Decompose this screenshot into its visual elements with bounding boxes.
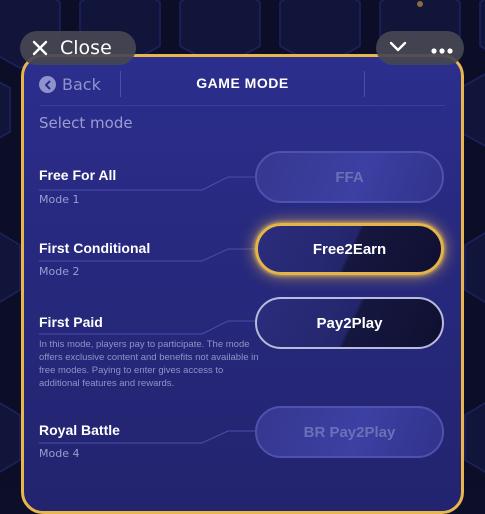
mode-name-royal-battle: Royal Battle xyxy=(39,422,120,438)
mode-subtitle: Mode 2 xyxy=(39,265,80,278)
more-options-icon[interactable] xyxy=(430,39,453,58)
br-pay2play-button[interactable]: BR Pay2Play xyxy=(255,406,444,458)
free2earn-button[interactable]: Free2Earn xyxy=(255,223,444,275)
window-controls xyxy=(376,31,464,65)
mode-description: In this mode, players pay to participate… xyxy=(39,339,259,389)
close-icon xyxy=(20,40,60,56)
pay2play-button[interactable]: Pay2Play xyxy=(255,297,444,349)
ffa-button[interactable]: FFA xyxy=(255,151,444,203)
mode-subtitle: Mode 4 xyxy=(39,447,80,460)
mode-name-first-conditional: First Conditional xyxy=(39,240,151,256)
close-label: Close xyxy=(60,37,112,59)
mode-name-free-for-all: Free For All xyxy=(39,167,117,183)
chevron-down-icon[interactable] xyxy=(388,39,408,58)
close-button[interactable]: Close xyxy=(20,31,136,65)
mode-subtitle: Mode 1 xyxy=(39,193,80,206)
mode-name-first-paid: First Paid xyxy=(39,314,103,330)
game-mode-panel: Back GAME MODE Select mode Free For All … xyxy=(21,54,464,514)
